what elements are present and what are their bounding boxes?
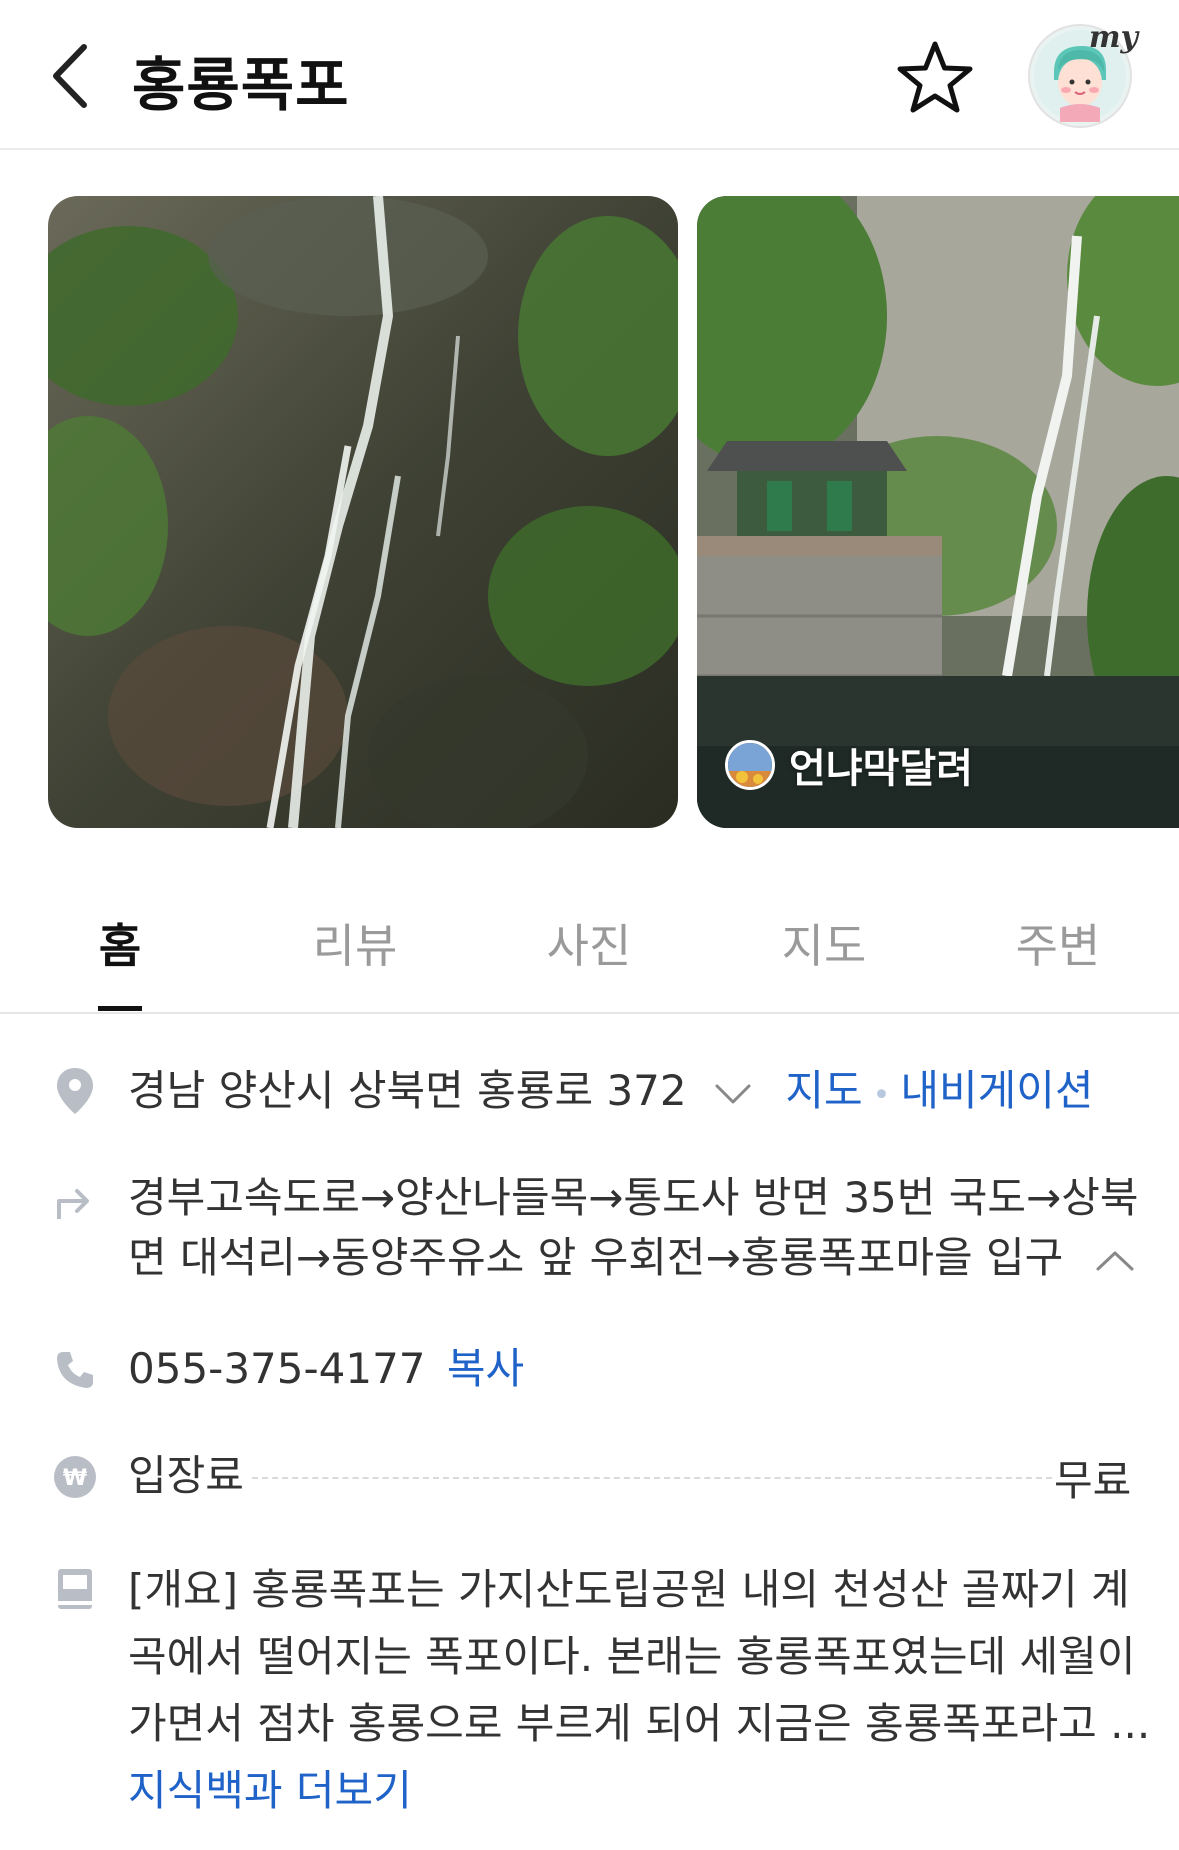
favorite-button[interactable] xyxy=(895,38,975,118)
author-name: 언냐막달려 xyxy=(789,746,973,792)
photo-author[interactable]: 언냐막달려 xyxy=(725,736,973,794)
separator-dot: • xyxy=(872,1078,891,1113)
directions-line-1: 경부고속도로→양산나들목→통도사 방면 35번 국도→상북 xyxy=(128,1173,1139,1222)
navigation-link[interactable]: 내비게이션 xyxy=(900,1066,1093,1115)
tab-photos[interactable]: 사진 xyxy=(509,910,669,976)
chevron-up-icon xyxy=(1096,1251,1134,1270)
chevron-down-icon xyxy=(715,1084,751,1103)
tab-home[interactable]: 홈 xyxy=(40,910,200,976)
book-icon xyxy=(50,1565,100,1615)
fee-value: 무료 xyxy=(1054,1456,1132,1505)
waterfall-photo-1[interactable] xyxy=(48,196,678,828)
waterfall-image-1 xyxy=(48,196,678,828)
address-expand-button[interactable] xyxy=(700,1066,765,1115)
address-text: 경남 양산시 상북면 홍룡로 372 xyxy=(128,1066,687,1115)
directions-text: 경부고속도로→양산나들목→통도사 방면 35번 국도→상북 면 대석리→동양주유… xyxy=(128,1168,1139,1288)
waterfall-image-2 xyxy=(697,196,1179,828)
won-icon: ₩ xyxy=(50,1452,100,1502)
photo-carousel[interactable]: 언냐막달려 xyxy=(0,196,1179,828)
directions-line-2: 면 대석리→동양주유소 앞 우회전→홍룡폭포마을 입구 xyxy=(128,1233,1064,1282)
tab-bar: 홈 리뷰 사진 지도 주변 xyxy=(0,880,1179,1014)
directions-icon xyxy=(50,1176,100,1226)
fee-divider xyxy=(252,1477,1052,1479)
waterfall-photo-2[interactable]: 언냐막달려 xyxy=(697,196,1179,828)
page-title: 홍룡폭포 xyxy=(132,51,350,119)
encyclopedia-more-link[interactable]: 지식백과 더보기 xyxy=(128,1757,1150,1824)
author-avatar xyxy=(725,740,775,790)
address-row: 경남 양산시 상북면 홍룡로 372 지도 • 내비게이션 xyxy=(128,1060,1094,1127)
my-label: my xyxy=(1088,20,1138,55)
back-button[interactable] xyxy=(40,36,100,116)
star-icon xyxy=(897,41,973,113)
phone-number[interactable]: 055-375-4177 xyxy=(128,1344,426,1393)
header: 홍룡폭포 my xyxy=(0,0,1179,150)
copy-phone-button[interactable]: 복사 xyxy=(447,1344,524,1393)
overview-line-3: 가면서 점차 홍룡으로 부르게 되어 지금은 홍룡폭포라고 ... xyxy=(128,1699,1151,1748)
location-pin-icon xyxy=(50,1066,100,1116)
overview-text: [개요] 홍룡폭포는 가지산도립공원 내의 천성산 골짜기 계 곡에서 떨어지는… xyxy=(128,1556,1150,1824)
overview-line-2: 곡에서 떨어지는 폭포이다. 본래는 홍롱폭포였는데 세월이 xyxy=(128,1632,1136,1681)
svg-text:₩: ₩ xyxy=(63,1466,87,1491)
map-link[interactable]: 지도 xyxy=(785,1066,862,1115)
tab-reviews[interactable]: 리뷰 xyxy=(275,910,435,976)
tab-nearby[interactable]: 주변 xyxy=(978,910,1138,976)
fee-label: 입장료 xyxy=(128,1451,244,1500)
my-profile-button[interactable]: my xyxy=(1028,20,1138,128)
tab-map[interactable]: 지도 xyxy=(744,910,904,976)
phone-icon xyxy=(50,1345,100,1395)
overview-line-1: [개요] 홍룡폭포는 가지산도립공원 내의 천성산 골짜기 계 xyxy=(128,1565,1130,1614)
phone-row: 055-375-4177 복사 xyxy=(128,1338,524,1400)
directions-collapse-button[interactable] xyxy=(1077,1233,1135,1282)
chevron-left-icon xyxy=(53,44,87,108)
active-tab-indicator xyxy=(98,1006,142,1011)
